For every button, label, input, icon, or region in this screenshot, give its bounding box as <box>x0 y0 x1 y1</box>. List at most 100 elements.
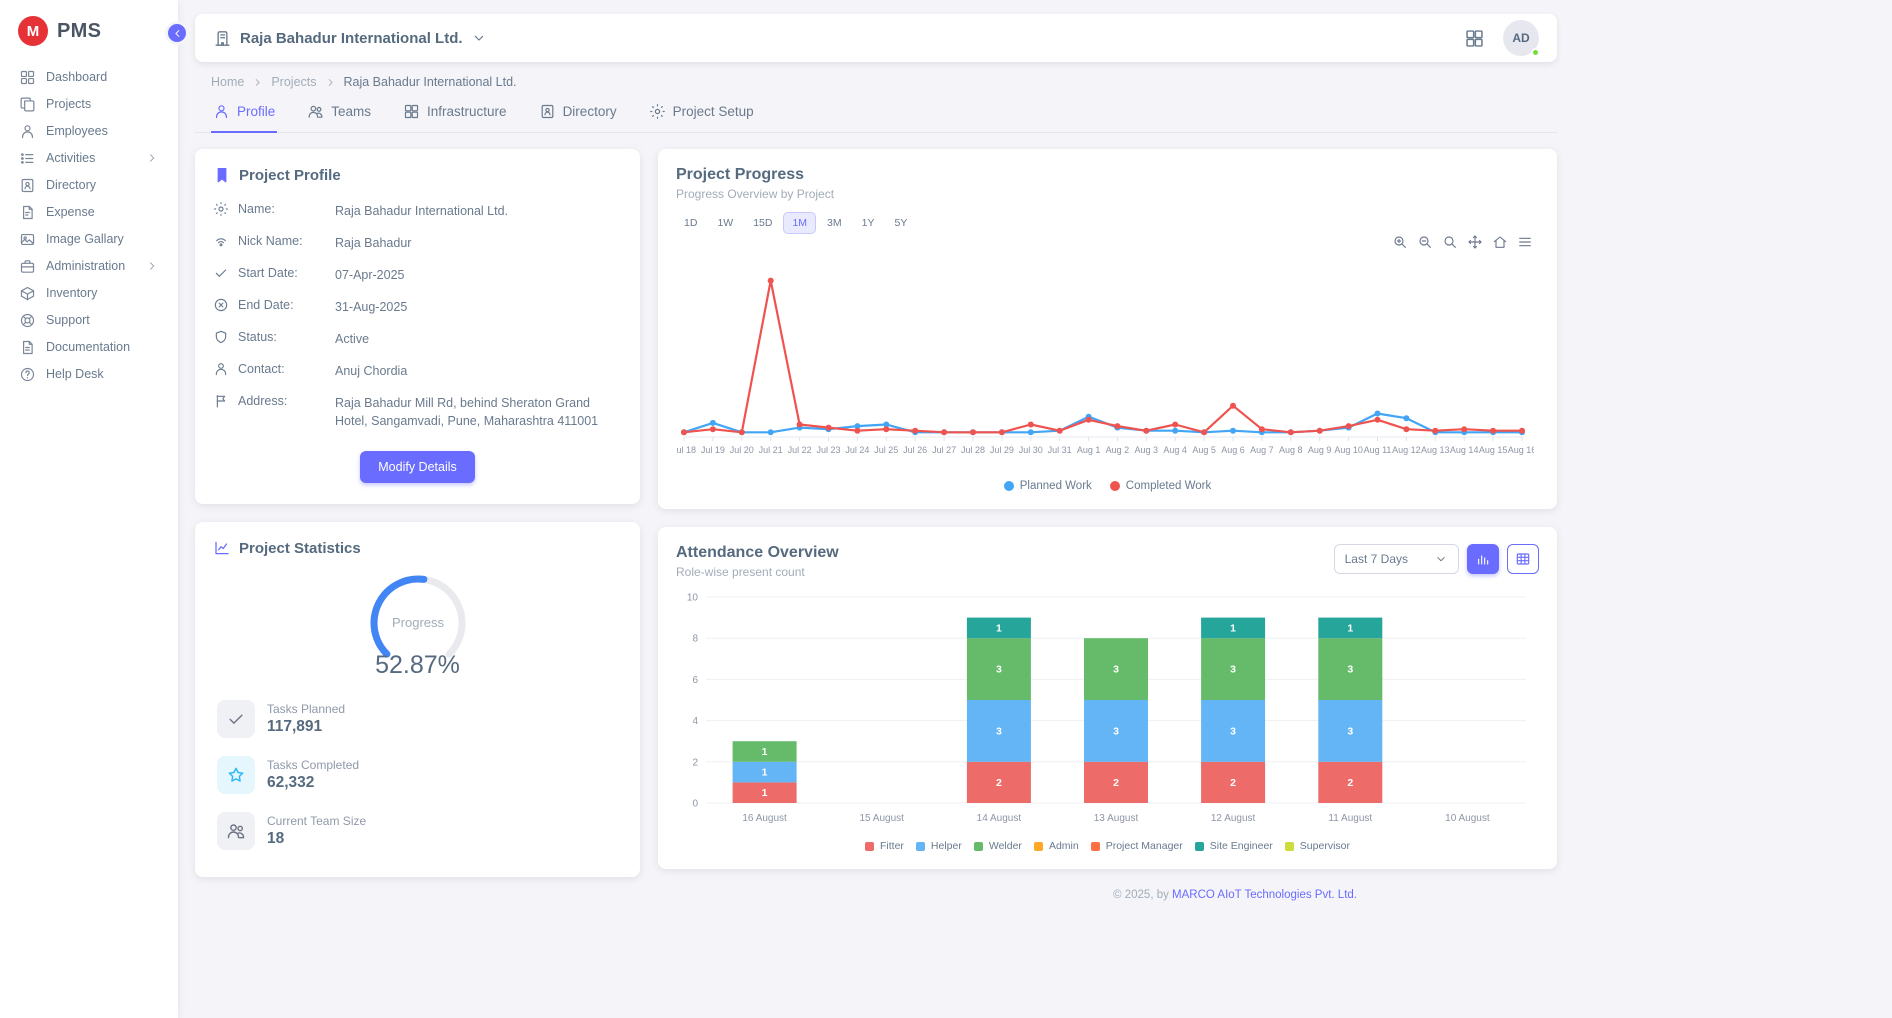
sidebar-item-projects[interactable]: Projects <box>10 91 168 117</box>
field-value: 07-Apr-2025 <box>335 265 622 284</box>
legend-item[interactable]: Admin <box>1034 840 1079 852</box>
sidebar-item-documentation[interactable]: Documentation <box>10 334 168 360</box>
helpdesk-icon <box>19 366 36 383</box>
legend-label: Planned Work <box>1020 480 1092 492</box>
svg-text:Jul 20: Jul 20 <box>730 445 754 455</box>
sidebar-item-label: Employees <box>46 124 159 138</box>
sidebar-item-dashboard[interactable]: Dashboard <box>10 64 168 90</box>
svg-text:2: 2 <box>1347 777 1353 789</box>
company-selector[interactable]: Raja Bahadur International Ltd. <box>213 29 487 48</box>
field-value: 31-Aug-2025 <box>335 297 622 316</box>
zoom-icon <box>1442 234 1458 250</box>
bookmark-icon <box>213 166 231 184</box>
profile-field: Name:Raja Bahadur International Ltd. <box>213 194 622 226</box>
user-avatar[interactable]: AD <box>1503 20 1539 56</box>
svg-text:Aug 16: Aug 16 <box>1508 445 1534 455</box>
grid-icon <box>1464 28 1485 49</box>
svg-text:Aug 1: Aug 1 <box>1077 445 1101 455</box>
svg-text:1: 1 <box>762 746 768 758</box>
gear-icon <box>649 103 666 120</box>
zoom-in-icon <box>1392 234 1408 250</box>
svg-text:Jul 31: Jul 31 <box>1048 445 1072 455</box>
svg-text:1: 1 <box>1230 622 1236 634</box>
svg-text:Aug 4: Aug 4 <box>1163 445 1187 455</box>
svg-text:Jul 28: Jul 28 <box>961 445 985 455</box>
statistics-list: Tasks Planned117,891Tasks Completed62,33… <box>213 700 622 860</box>
legend-item[interactable]: Fitter <box>865 840 904 852</box>
range-1y-button[interactable]: 1Y <box>854 213 883 233</box>
tab-profile[interactable]: Profile <box>211 94 277 133</box>
online-status-dot <box>1531 48 1540 57</box>
field-label: Contact: <box>238 362 285 376</box>
sidebar-item-activities[interactable]: Activities <box>10 145 168 171</box>
sidebar-item-help-desk[interactable]: Help Desk <box>10 361 168 387</box>
range-3m-button[interactable]: 3M <box>819 213 850 233</box>
sidebar-item-administration[interactable]: Administration <box>10 253 168 279</box>
broadcast-icon <box>213 233 229 249</box>
tab-infrastructure[interactable]: Infrastructure <box>401 94 509 133</box>
sidebar-item-expense[interactable]: Expense <box>10 199 168 225</box>
chevron-right-icon <box>145 259 159 273</box>
profile-field: Address:Raja Bahadur Mill Rd, behind She… <box>213 387 622 437</box>
bar-view-toggle[interactable] <box>1467 544 1499 574</box>
tab-teams[interactable]: Teams <box>305 94 373 133</box>
range-15d-button[interactable]: 15D <box>745 213 780 233</box>
svg-text:3: 3 <box>996 725 1002 737</box>
breadcrumb-item[interactable]: Projects <box>271 75 316 89</box>
tab-project-setup[interactable]: Project Setup <box>647 94 756 133</box>
legend-item[interactable]: Helper <box>916 840 962 852</box>
legend-item[interactable]: Site Engineer <box>1195 840 1273 852</box>
app-logo[interactable]: M PMS <box>0 0 178 60</box>
legend-item[interactable]: Planned Work <box>1004 480 1092 492</box>
table-icon <box>1515 551 1531 567</box>
svg-text:16 August: 16 August <box>742 813 787 824</box>
legend-item[interactable]: Project Manager <box>1091 840 1183 852</box>
footer-company-link[interactable]: MARCO AIoT Technologies Pvt. Ltd. <box>1172 889 1357 901</box>
sidebar-collapse-button[interactable] <box>165 21 189 45</box>
sidebar-item-employees[interactable]: Employees <box>10 118 168 144</box>
legend-label: Supervisor <box>1300 840 1350 852</box>
profile-field: Status:Active <box>213 323 622 355</box>
sidebar-item-label: Projects <box>46 97 159 111</box>
svg-text:2: 2 <box>996 777 1002 789</box>
tab-label: Profile <box>237 104 275 119</box>
users-icon <box>307 103 324 120</box>
sidebar-item-inventory[interactable]: Inventory <box>10 280 168 306</box>
svg-text:15 August: 15 August <box>859 813 904 824</box>
table-view-toggle[interactable] <box>1507 544 1539 574</box>
days-filter-select[interactable]: Last 7 Days <box>1334 544 1459 574</box>
grid-icon <box>403 103 420 120</box>
topbar-actions: AD <box>1462 20 1539 56</box>
legend-item[interactable]: Completed Work <box>1110 480 1211 492</box>
sidebar-item-directory[interactable]: Directory <box>10 172 168 198</box>
legend-item[interactable]: Welder <box>974 840 1022 852</box>
topbar: Raja Bahadur International Ltd. AD <box>195 14 1557 62</box>
tab-directory[interactable]: Directory <box>537 94 619 133</box>
field-value: Raja Bahadur Mill Rd, behind Sheraton Gr… <box>335 393 622 430</box>
breadcrumb-item[interactable]: Home <box>211 75 244 89</box>
apps-grid-button[interactable] <box>1462 26 1487 51</box>
range-1w-button[interactable]: 1W <box>709 213 741 233</box>
svg-text:3: 3 <box>1347 664 1353 676</box>
range-1m-button[interactable]: 1M <box>784 213 815 233</box>
field-value: Active <box>335 329 622 348</box>
sidebar-item-support[interactable]: Support <box>10 307 168 333</box>
modify-details-button[interactable]: Modify Details <box>360 451 475 483</box>
svg-text:12 August: 12 August <box>1211 813 1256 824</box>
svg-text:8: 8 <box>692 634 698 645</box>
line-chart-legend: Planned Work Completed Work <box>676 480 1539 492</box>
range-1d-button[interactable]: 1D <box>676 213 705 233</box>
legend-label: Fitter <box>880 840 904 852</box>
sidebar-item-image-gallery[interactable]: Image Gallary <box>10 226 168 252</box>
progress-card-subtitle: Progress Overview by Project <box>676 187 1539 201</box>
gallery-icon <box>19 231 36 248</box>
zoom-out-icon <box>1417 234 1433 250</box>
profile-field: Start Date:07-Apr-2025 <box>213 258 622 290</box>
range-5y-button[interactable]: 5Y <box>886 213 915 233</box>
tab-label: Project Setup <box>673 104 754 119</box>
legend-label: Welder <box>989 840 1022 852</box>
svg-text:Aug 2: Aug 2 <box>1106 445 1130 455</box>
legend-item[interactable]: Supervisor <box>1285 840 1350 852</box>
tab-label: Teams <box>331 104 371 119</box>
field-label: End Date: <box>238 298 294 312</box>
